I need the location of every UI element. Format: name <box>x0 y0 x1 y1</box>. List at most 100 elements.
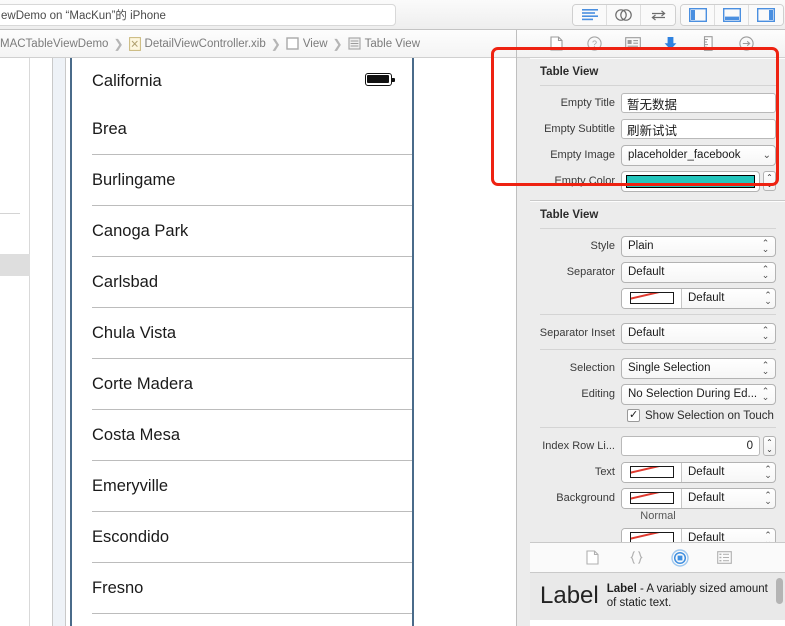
separator-inset-label: Separator Inset <box>539 327 615 339</box>
breadcrumb-separator: ❯ <box>113 36 124 51</box>
empty-subtitle-input[interactable]: 刷新试试 <box>621 119 776 139</box>
panel-toggle-group <box>680 4 784 26</box>
table-section-header: California <box>72 58 412 104</box>
index-background-color-row: Background Default ⌃ ⌄ <box>530 487 785 509</box>
table-row[interactable]: Fresno <box>72 563 412 614</box>
navigator-divider <box>0 213 20 214</box>
size-inspector-tab[interactable] <box>698 34 720 54</box>
separator-inset-value: Default <box>628 327 665 339</box>
table-row-label: Chula Vista <box>92 324 177 342</box>
version-editor-button[interactable] <box>641 5 675 25</box>
toggle-utilities-button[interactable] <box>749 5 783 25</box>
file-template-library-tab[interactable] <box>581 547 603 569</box>
empty-image-row: Empty Image placeholder_facebook ⌄ <box>530 144 785 166</box>
table-row[interactable]: Costa Mesa <box>72 410 412 461</box>
index-background-color-swatch[interactable] <box>622 488 682 508</box>
section-divider <box>540 314 776 315</box>
index-background-color-control[interactable]: Default ⌃ ⌄ <box>621 487 776 509</box>
quick-help-inspector-tab[interactable]: ? <box>584 34 606 54</box>
chevron-updown-icon: ⌃ ⌄ <box>761 360 770 376</box>
index-text-color-swatch[interactable] <box>622 462 682 482</box>
index-row-limit-input[interactable]: 0 <box>621 436 760 456</box>
selection-row: Selection Single Selection ⌃ ⌄ <box>530 357 785 379</box>
selection-popup[interactable]: Single Selection ⌃ ⌄ <box>621 357 776 379</box>
chevron-updown-icon: ⌃ ⌄ <box>761 386 770 402</box>
standard-editor-button[interactable] <box>573 5 607 25</box>
table-row[interactable]: Canoga Park <box>72 206 412 257</box>
chevron-updown-icon: ⌃ ⌄ <box>761 325 770 341</box>
xib-file-icon <box>128 36 141 51</box>
library-scrollbar-thumb[interactable] <box>776 578 783 604</box>
file-inspector-tab[interactable] <box>546 34 568 54</box>
table-row-label: Costa Mesa <box>92 426 181 444</box>
toggle-navigator-button[interactable] <box>681 5 715 25</box>
assistant-editor-button[interactable] <box>607 5 641 25</box>
separator-color-swatch[interactable] <box>622 288 682 308</box>
breadcrumb-item-project[interactable]: MACTableViewDemo <box>0 38 108 50</box>
circle-square-icon <box>671 548 689 567</box>
canvas-scrollbar-track[interactable] <box>52 58 85 626</box>
empty-color-well[interactable] <box>621 170 760 192</box>
empty-title-input[interactable]: 暂无数据 <box>621 93 776 113</box>
separator-inset-popup[interactable]: Default ⌃ ⌄ <box>621 322 776 344</box>
breadcrumb-item-tableview[interactable]: Table View <box>347 37 420 50</box>
identity-inspector-tab[interactable] <box>622 34 644 54</box>
group-divider <box>540 228 776 229</box>
chevron-updown-icon: ⌃ ⌄ <box>764 490 772 506</box>
editing-popup[interactable]: No Selection During Ed... ⌃ ⌄ <box>621 383 776 405</box>
toolbar: ewDemo on “MacKun”的 iPhone <box>0 0 785 30</box>
object-library-tab[interactable] <box>669 547 691 569</box>
table-row[interactable]: Burlingame <box>72 155 412 206</box>
table-row[interactable]: Glendale <box>72 614 412 626</box>
breadcrumb-label: View <box>302 37 328 50</box>
connections-inspector-tab[interactable] <box>736 34 758 54</box>
chevron-updown-icon: ⌃ ⌄ <box>764 464 772 480</box>
table-row[interactable]: Chula Vista <box>72 308 412 359</box>
svg-text:?: ? <box>592 39 597 49</box>
show-selection-on-touch-checkbox[interactable] <box>627 408 640 422</box>
table-row[interactable]: Corte Madera <box>72 359 412 410</box>
attributes-inspector-tab[interactable] <box>660 34 682 54</box>
group-title-user-defined: Table View <box>540 66 599 78</box>
table-view-rows: Brea Burlingame Canoga Park Carlsbad Chula V… <box>72 104 412 626</box>
table-row-label: Carlsbad <box>92 273 159 291</box>
table-row[interactable]: Carlsbad <box>72 257 412 308</box>
venn-icon <box>615 9 632 21</box>
library-item-label[interactable]: Label Label - A variably sized amount of… <box>530 573 785 620</box>
empty-title-label: Empty Title <box>560 97 615 109</box>
library-object-list[interactable]: Label Label - A variably sized amount of… <box>530 573 785 626</box>
empty-color-stepper[interactable]: ⌃ ⌄ <box>763 171 776 191</box>
table-row[interactable]: Escondido <box>72 512 412 563</box>
bottom-panel-icon <box>722 8 741 22</box>
code-snippet-library-tab[interactable] <box>625 547 647 569</box>
style-popup[interactable]: Plain ⌃ ⌄ <box>621 235 776 257</box>
index-row-limit-stepper[interactable]: ⌃ ⌄ <box>763 436 776 456</box>
arrow-circle-icon <box>739 36 754 51</box>
empty-image-popup[interactable]: placeholder_facebook ⌄ <box>621 144 776 166</box>
library-item-button[interactable]: Button - Intercepts touch events <box>530 620 785 626</box>
show-selection-on-touch-row: Show Selection on Touch <box>530 408 785 422</box>
table-row[interactable]: Brea <box>72 104 412 155</box>
empty-image-value: placeholder_facebook <box>628 149 741 161</box>
separator-color-control[interactable]: Default ⌃ ⌄ <box>621 287 776 309</box>
empty-color-label: Empty Color <box>554 175 615 187</box>
separator-popup[interactable]: Default ⌃ ⌄ <box>621 261 776 283</box>
breadcrumb-item-xib[interactable]: DetailViewController.xib <box>128 36 266 51</box>
table-row-label: Brea <box>92 120 127 138</box>
empty-title-row: Empty Title 暂无数据 <box>530 92 785 114</box>
style-value: Plain <box>628 240 654 252</box>
battery-icon <box>365 73 395 86</box>
navigator-panel-sliver <box>0 58 30 626</box>
arrows-icon <box>650 9 666 20</box>
toggle-debug-area-button[interactable] <box>715 5 749 25</box>
breadcrumb-separator: ❯ <box>332 36 343 51</box>
breadcrumb: MACTableViewDemo ❯ DetailViewController.… <box>0 30 530 58</box>
navigator-selected-row[interactable] <box>0 254 30 276</box>
index-text-color-control[interactable]: Default ⌃ ⌄ <box>621 461 776 483</box>
separator-row: Separator Default ⌃ ⌄ <box>530 261 785 283</box>
empty-image-label: Empty Image <box>550 149 615 161</box>
left-panel-icon <box>688 8 707 22</box>
table-row[interactable]: Emeryville <box>72 461 412 512</box>
media-library-tab[interactable] <box>713 547 735 569</box>
breadcrumb-item-view[interactable]: View <box>286 37 328 50</box>
